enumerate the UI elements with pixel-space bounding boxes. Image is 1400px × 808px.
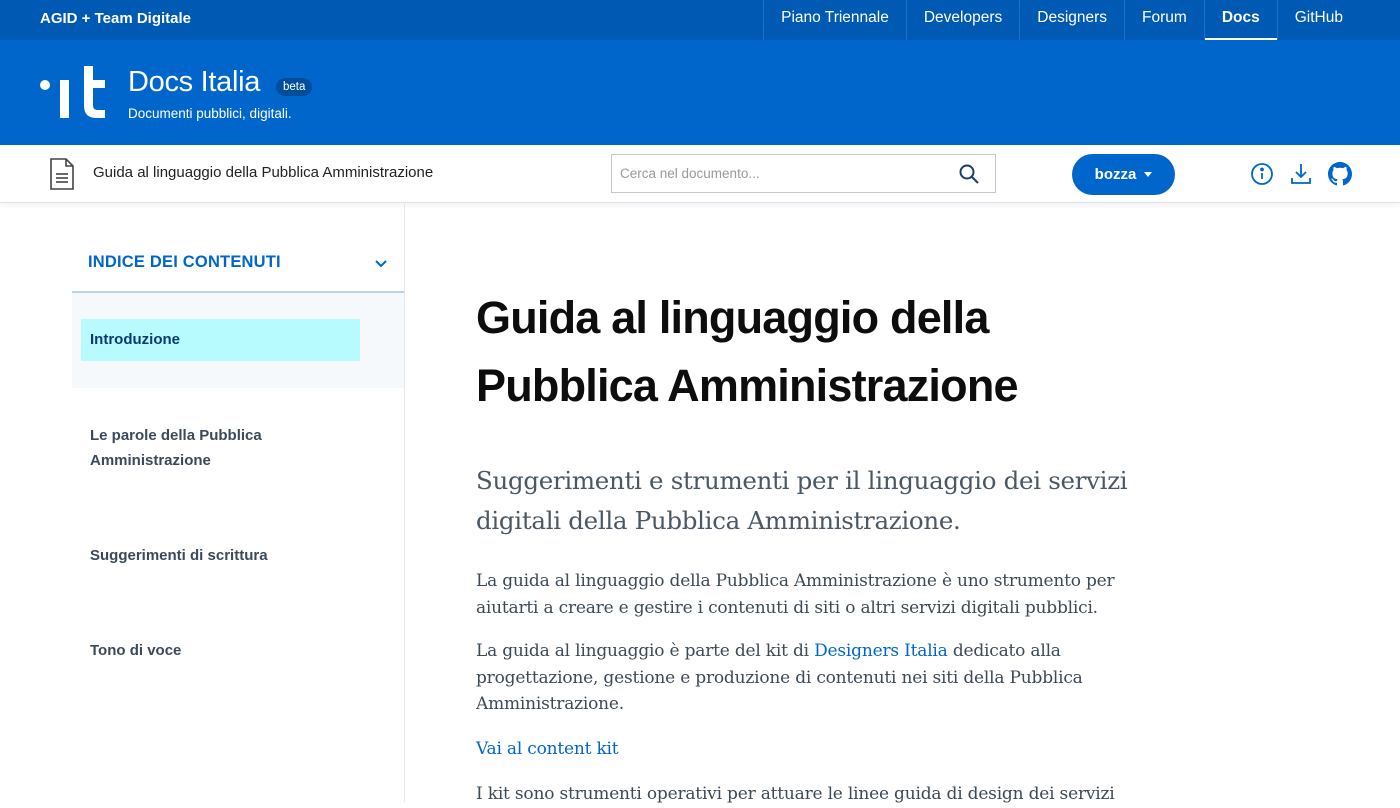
github-icon[interactable]: [1328, 162, 1352, 186]
document-bar: Guida al linguaggio della Pubblica Ammin…: [0, 145, 1400, 203]
lead-paragraph: Suggerimenti e strumenti per il linguagg…: [476, 466, 1128, 535]
document-icon: [49, 158, 75, 195]
top-nav: Piano Triennale Developers Designers For…: [763, 0, 1360, 40]
toc-toggle[interactable]: INDICE DEI CONTENUTI: [72, 236, 404, 293]
kit-paragraph: La guida al linguaggio è parte del kit d…: [476, 638, 1136, 718]
kits-paragraph: I kit sono strumenti operativi per attua…: [476, 784, 1115, 804]
beta-badge: beta: [276, 78, 313, 96]
document-title[interactable]: Guida al linguaggio della Pubblica Ammin…: [93, 164, 433, 181]
info-icon[interactable]: [1250, 162, 1274, 186]
nav-piano-triennale[interactable]: Piano Triennale: [763, 0, 906, 40]
caret-down-icon: [1144, 172, 1153, 177]
sidebar-divider: [404, 204, 405, 802]
kit-paragraph-text: La guida al linguaggio è parte del kit d…: [476, 641, 815, 661]
version-dropdown-button[interactable]: bozza: [1072, 154, 1175, 195]
search-icon[interactable]: [959, 164, 979, 189]
toc-item-label: Introduzione: [90, 331, 180, 348]
download-icon[interactable]: [1289, 162, 1313, 186]
toc-item-introduzione[interactable]: Introduzione: [81, 319, 360, 361]
designers-italia-link[interactable]: Designers Italia: [814, 641, 948, 661]
site-header: Docs Italia beta Documenti pubblici, dig…: [0, 40, 1400, 145]
nav-docs[interactable]: Docs: [1203, 0, 1277, 40]
version-label: bozza: [1094, 166, 1137, 183]
toc-active-section: Introduzione: [72, 293, 404, 388]
nav-github[interactable]: GitHub: [1276, 0, 1360, 40]
toc-item-tono-di-voce[interactable]: Tono di voce: [90, 638, 350, 663]
search-input[interactable]: [612, 155, 942, 192]
search-box: [611, 154, 996, 193]
nav-developers[interactable]: Developers: [905, 0, 1019, 40]
page-title: Guida al linguaggio della Pubblica Ammin…: [476, 292, 1019, 411]
site-title[interactable]: Docs Italia: [128, 66, 260, 99]
dot-it-logo[interactable]: [40, 66, 110, 118]
toc-label: INDICE DEI CONTENUTI: [88, 253, 281, 271]
toc-item-suggerimenti[interactable]: Suggerimenti di scrittura: [90, 543, 350, 568]
toc-item-le-parole[interactable]: Le parole della Pubblica Amministrazione: [90, 423, 350, 473]
intro-paragraph: La guida al linguaggio della Pubblica Am…: [476, 571, 1115, 618]
content-kit-link[interactable]: Vai al content kit: [476, 736, 1136, 763]
nav-forum[interactable]: Forum: [1124, 0, 1204, 40]
site-subtitle: Documenti pubblici, digitali.: [128, 106, 292, 121]
nav-designers[interactable]: Designers: [1019, 0, 1124, 40]
top-bar: AGID + Team Digitale Piano Triennale Dev…: [0, 0, 1400, 40]
chevron-down-icon: [374, 256, 388, 274]
brand-link[interactable]: AGID + Team Digitale: [40, 0, 191, 38]
